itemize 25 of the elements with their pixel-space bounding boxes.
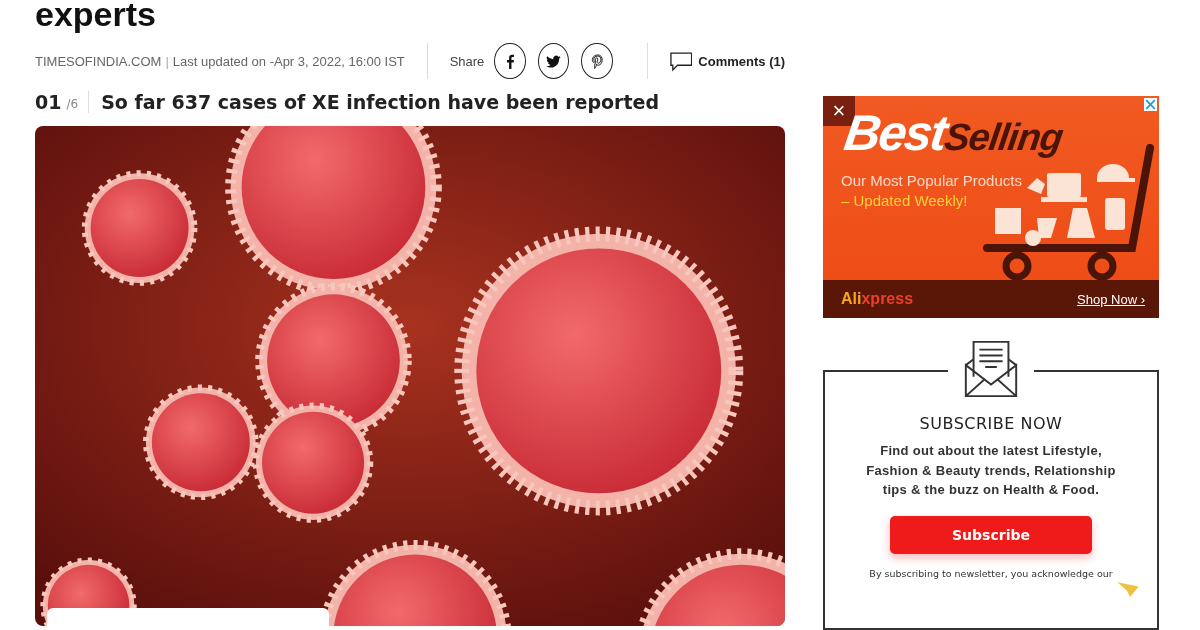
- slide-number: 01: [35, 91, 62, 113]
- share-label: Share: [449, 53, 485, 69]
- comments-link[interactable]: Comments (1): [698, 53, 786, 69]
- pinterest-icon: [589, 53, 605, 69]
- ad-tagline: Our Most Popular Products: [841, 172, 1022, 189]
- bird-icon: [546, 53, 562, 69]
- brand-logo: Alixpress: [841, 290, 914, 309]
- slide-title: So far 637 cases of XE infection have been reported: [101, 91, 660, 113]
- subscribe-button[interactable]: Subscribe: [890, 515, 1092, 554]
- updated-text: Last updated on -Apr 3, 2022, 16:00 IST: [172, 53, 405, 69]
- close-icon[interactable]: [1144, 98, 1157, 111]
- comment-icon[interactable]: [669, 50, 693, 72]
- ad-subline: – Updated Weekly!: [841, 192, 968, 209]
- newsletter-text: Find out about the latest Lifestyle, Fashion & Beauty trends, Relationship tips & the buzz on Health & Food.: [865, 442, 1117, 500]
- facebook-button[interactable]: [494, 43, 526, 79]
- pinterest-button[interactable]: [581, 43, 613, 79]
- separator-text: |: [165, 53, 169, 69]
- shop-now-link[interactable]: Shop Now ›: [1077, 291, 1145, 307]
- newsletter-note: By subscribing to newsletter, you acknowledge our: [869, 567, 1113, 579]
- twitter-button[interactable]: [537, 43, 570, 79]
- slide-total: /6: [66, 97, 79, 111]
- paper-plane-icon: [1117, 580, 1139, 598]
- source-text: TIMESOFINDIA.COM: [35, 53, 162, 69]
- headline: experts: [35, 0, 157, 34]
- newsletter-title: SUBSCRIBE NOW: [919, 414, 1063, 434]
